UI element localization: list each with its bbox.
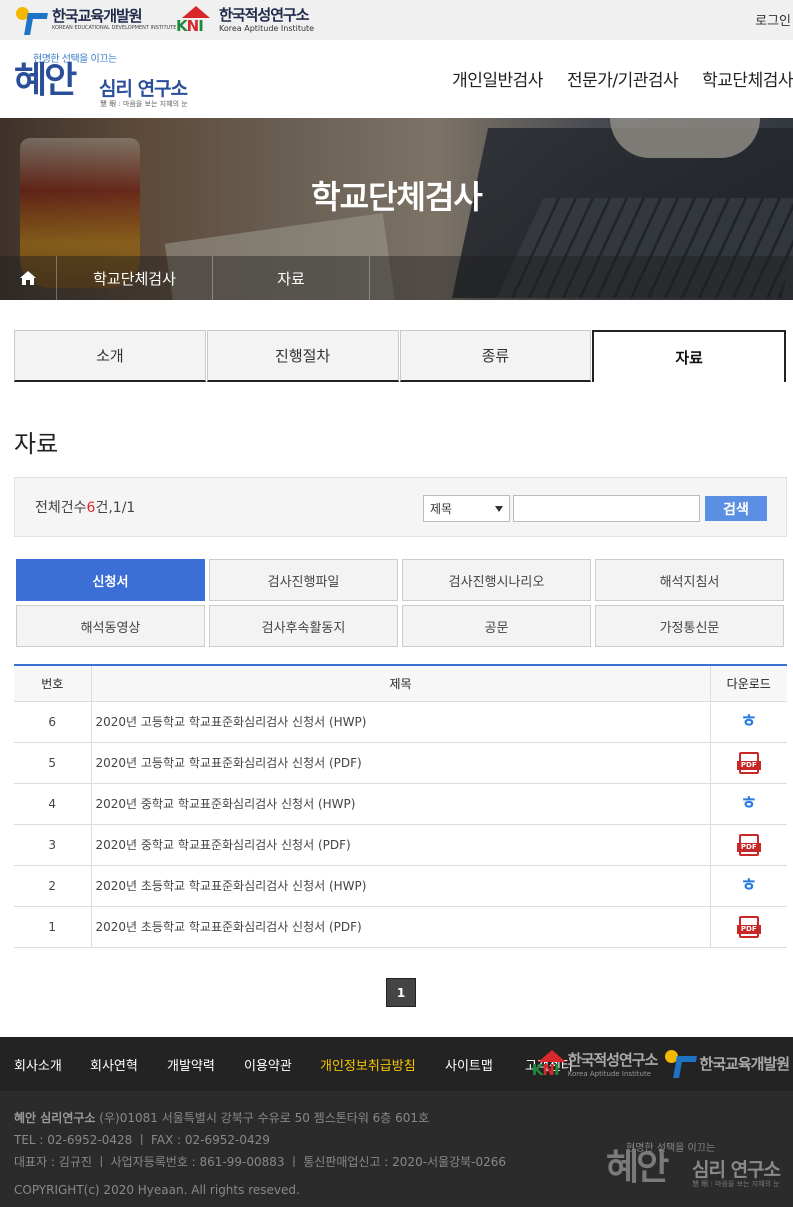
kedi-mark-icon	[663, 1048, 698, 1078]
category-guide[interactable]: 해석지침서	[595, 559, 784, 601]
row-title[interactable]: 2020년 중학교 학교표준화심리검사 신청서 (HWP)	[91, 783, 711, 825]
kni-en: Korea Aptitude Institute	[219, 23, 315, 33]
table-header: 번호 제목 다운로드	[14, 665, 787, 702]
nav-expert[interactable]: 전문가/기관검사	[567, 66, 679, 91]
table-row: 4 2020년 중학교 학교표준화심리검사 신청서 (HWP) ㅎ	[14, 783, 787, 825]
breadcrumb: 학교단체검사 자료	[0, 256, 793, 300]
hero-title: 학교단체검사	[311, 178, 483, 216]
tab-procedure[interactable]: 진행절차	[206, 330, 399, 382]
footer-logo: 현명한 선택을 이끄는 혜안 심리 연구소 慧 眼 : 마음을 보는 지혜의 눈	[606, 1143, 781, 1188]
footer-kni-en: Korea Aptitude Institute	[567, 1069, 651, 1078]
col-num: 번호	[14, 665, 92, 702]
category-official[interactable]: 공문	[402, 605, 591, 647]
footer-link-privacy[interactable]: 개인정보취급방침	[320, 1055, 416, 1074]
hwp-icon[interactable]: ㅎ	[740, 794, 757, 813]
footer-link-sitemap[interactable]: 사이트맵	[445, 1055, 493, 1074]
footer-link-about[interactable]: 회사소개	[14, 1055, 62, 1074]
col-title: 제목	[91, 665, 711, 702]
table-row: 6 2020년 고등학교 학교표준화심리검사 신청서 (HWP) ㅎ	[14, 701, 787, 743]
kedi-name: 한국교육개발원	[52, 7, 143, 25]
footer-company: 혜안 심리연구소	[14, 1111, 96, 1125]
category-newsletter[interactable]: 가정통신문	[595, 605, 784, 647]
footer-kni-name: 한국적성연구소	[567, 1050, 659, 1069]
tab-intro[interactable]: 소개	[14, 330, 206, 382]
logo-sub: 慧 眼 : 마음을 보는 지혜의 눈	[100, 100, 188, 108]
category-buttons: 신청서 검사진행파일 검사진행시나리오 해석지침서 해석동영상 검사후속활동지 …	[16, 559, 787, 647]
chevron-down-icon	[495, 506, 503, 512]
home-icon[interactable]	[0, 256, 57, 300]
table-row: 5 2020년 고등학교 학교표준화심리검사 신청서 (PDF) PDF	[14, 742, 787, 784]
footer-address: (우)01081 서울특별시 강북구 수유로 50 젬스톤타워 6층 601호	[99, 1111, 430, 1125]
row-num: 3	[14, 824, 92, 866]
pdf-icon[interactable]: PDF	[736, 915, 761, 938]
pdf-icon[interactable]: PDF	[736, 751, 761, 774]
breadcrumb-materials[interactable]: 자료	[213, 256, 370, 300]
col-download: 다운로드	[710, 665, 787, 702]
category-application[interactable]: 신청서	[16, 559, 205, 601]
footer-info: 혜안 심리연구소 (우)01081 서울특별시 강북구 수유로 50 젬스톤타워…	[14, 1107, 506, 1201]
breadcrumb-school[interactable]: 학교단체검사	[57, 256, 213, 300]
footer-link-history[interactable]: 회사연혁	[90, 1055, 138, 1074]
footer-tel-fax: TEL : 02-6952-0428 ㅣ FAX : 02-6952-0429	[14, 1133, 270, 1147]
kedi-logo[interactable]: 한국교육개발원 KOREAN EDUCATIONAL DEVELOPMENT I…	[14, 4, 176, 36]
nav-individual[interactable]: 개인일반검사	[452, 66, 543, 91]
footer-partner-logos: KNI 한국적성연구소 Korea Aptitude Institute 한국교…	[532, 1047, 790, 1079]
footer-nav: 회사소개 회사연혁 개발약력 이용약관 개인정보취급방침 사이트맵 고객센터 K…	[0, 1037, 793, 1091]
footer-copyright: COPYRIGHT(c) 2020 Hyeaan. All rights res…	[14, 1183, 300, 1197]
search-input[interactable]	[513, 495, 700, 522]
sub-tabs: 소개 진행절차 종류 자료	[14, 330, 787, 382]
category-activity[interactable]: 검사후속활동지	[209, 605, 398, 647]
search-panel: 전체건수6건,1/1 제목 검색	[14, 477, 787, 537]
search-button[interactable]: 검색	[705, 496, 767, 521]
table-row: 1 2020년 초등학교 학교표준화심리검사 신청서 (PDF) PDF	[14, 906, 787, 948]
row-num: 4	[14, 783, 92, 825]
top-bar: 한국교육개발원 KOREAN EDUCATIONAL DEVELOPMENT I…	[0, 0, 793, 40]
nav-school[interactable]: 학교단체검사	[702, 66, 793, 91]
footer-kedi-logo: 한국교육개발원	[663, 1047, 790, 1079]
category-video[interactable]: 해석동영상	[16, 605, 205, 647]
kni-logo[interactable]: KNI 한국적성연구소 Korea Aptitude Institute	[176, 4, 314, 36]
category-progress-file[interactable]: 검사진행파일	[209, 559, 398, 601]
total-count: 전체건수6건,1/1	[35, 500, 136, 516]
materials-table: 번호 제목 다운로드 6 2020년 고등학교 학교표준화심리검사 신청서 (H…	[14, 664, 787, 948]
tab-materials[interactable]: 자료	[592, 330, 786, 382]
search-field-select[interactable]: 제목	[423, 495, 510, 522]
category-scenario[interactable]: 검사진행시나리오	[402, 559, 591, 601]
kedi-en: KOREAN EDUCATIONAL DEVELOPMENT INSTITUTE	[52, 25, 177, 31]
row-title[interactable]: 2020년 고등학교 학교표준화심리검사 신청서 (HWP)	[91, 701, 711, 743]
kedi-mark-icon	[14, 5, 48, 35]
footer-ceo-biz: 대표자 : 김규진 ㅣ 사업자등록번호 : 861-99-00883 ㅣ 통신판…	[14, 1155, 507, 1169]
kni-mark-icon: KNI	[176, 6, 216, 35]
logo-name: 심리 연구소	[99, 78, 188, 100]
row-title[interactable]: 2020년 초등학교 학교표준화심리검사 신청서 (PDF)	[91, 906, 711, 948]
footer-link-terms[interactable]: 이용약관	[244, 1055, 292, 1074]
tab-types[interactable]: 종류	[399, 330, 592, 382]
kni-mark-icon: KNI	[532, 1050, 568, 1079]
page-button-1[interactable]: 1	[386, 978, 416, 1007]
row-num: 1	[14, 906, 92, 948]
row-num: 5	[14, 742, 92, 784]
page-title: 자료	[14, 430, 59, 458]
row-num: 2	[14, 865, 92, 907]
table-row: 2 2020년 초등학교 학교표준화심리검사 신청서 (HWP) ㅎ	[14, 865, 787, 907]
row-title[interactable]: 2020년 중학교 학교표준화심리검사 신청서 (PDF)	[91, 824, 711, 866]
row-num: 6	[14, 701, 92, 743]
login-link[interactable]: 로그인	[755, 10, 791, 29]
table-row: 3 2020년 중학교 학교표준화심리검사 신청서 (PDF) PDF	[14, 824, 787, 866]
header: 현명한 선택을 이끄는 혜안 심리 연구소 慧 眼 : 마음을 보는 지혜의 눈…	[0, 40, 793, 118]
main-nav: 개인일반검사 전문가/기관검사 학교단체검사	[428, 66, 793, 91]
row-title[interactable]: 2020년 초등학교 학교표준화심리검사 신청서 (HWP)	[91, 865, 711, 907]
pdf-icon[interactable]: PDF	[736, 833, 761, 856]
kni-name: 한국적성연구소	[219, 5, 310, 24]
footer: 회사소개 회사연혁 개발약력 이용약관 개인정보취급방침 사이트맵 고객센터 K…	[0, 1037, 793, 1207]
hwp-icon[interactable]: ㅎ	[740, 712, 757, 731]
footer-link-profile[interactable]: 개발약력	[167, 1055, 215, 1074]
hero-banner: 학교단체검사 학교단체검사 자료	[0, 118, 793, 300]
hwp-icon[interactable]: ㅎ	[740, 876, 757, 895]
logo-big-text: 혜안	[14, 59, 77, 101]
row-title[interactable]: 2020년 고등학교 학교표준화심리검사 신청서 (PDF)	[91, 742, 711, 784]
site-logo[interactable]: 현명한 선택을 이끄는 혜안 심리 연구소 慧 眼 : 마음을 보는 지혜의 눈	[14, 48, 194, 110]
